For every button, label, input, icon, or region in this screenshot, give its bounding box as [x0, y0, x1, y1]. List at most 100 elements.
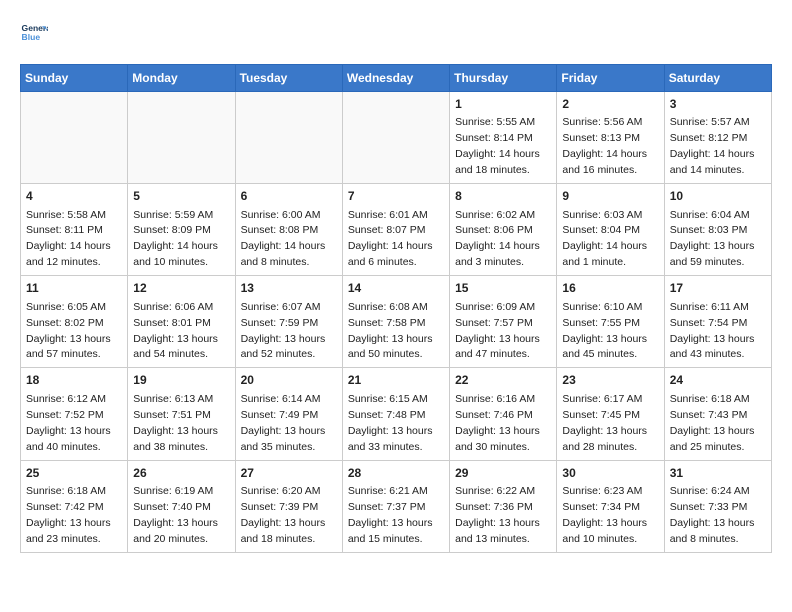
calendar-cell: [342, 92, 449, 184]
day-number: 9: [562, 188, 658, 205]
calendar-cell: 10 Sunrise: 6:04 AM Sunset: 8:03 PM Dayli…: [664, 184, 771, 276]
col-header-tuesday: Tuesday: [235, 65, 342, 92]
day-info: Sunrise: 6:18 AM Sunset: 7:42 PM Dayligh…: [26, 485, 111, 545]
calendar-cell: 3 Sunrise: 5:57 AM Sunset: 8:12 PM Daylig…: [664, 92, 771, 184]
calendar-cell: 11 Sunrise: 6:05 AM Sunset: 8:02 PM Dayli…: [21, 276, 128, 368]
calendar-cell: 18 Sunrise: 6:12 AM Sunset: 7:52 PM Dayli…: [21, 368, 128, 460]
calendar-cell: 26 Sunrise: 6:19 AM Sunset: 7:40 PM Dayli…: [128, 460, 235, 552]
week-row-4: 18 Sunrise: 6:12 AM Sunset: 7:52 PM Dayli…: [21, 368, 772, 460]
day-info: Sunrise: 5:57 AM Sunset: 8:12 PM Dayligh…: [670, 116, 755, 176]
day-number: 11: [26, 280, 122, 297]
day-info: Sunrise: 6:14 AM Sunset: 7:49 PM Dayligh…: [241, 393, 326, 453]
calendar-cell: 19Sunrise: 6:13 AM Sunset: 7:51 PM Dayli…: [128, 368, 235, 460]
col-header-monday: Monday: [128, 65, 235, 92]
logo: General Blue: [20, 20, 52, 48]
calendar-cell: 1 Sunrise: 5:55 AM Sunset: 8:14 PM Daylig…: [450, 92, 557, 184]
day-info: Sunrise: 5:58 AM Sunset: 8:11 PM Dayligh…: [26, 209, 111, 269]
day-number: 14: [348, 280, 444, 297]
day-info: Sunrise: 6:04 AM Sunset: 8:03 PM Dayligh…: [670, 209, 755, 269]
day-number: 8: [455, 188, 551, 205]
day-info: Sunrise: 6:12 AM Sunset: 7:52 PM Dayligh…: [26, 393, 111, 453]
day-info: Sunrise: 6:05 AM Sunset: 8:02 PM Dayligh…: [26, 301, 111, 361]
day-number: 23: [562, 372, 658, 389]
day-number: 15: [455, 280, 551, 297]
calendar-cell: 5 Sunrise: 5:59 AM Sunset: 8:09 PM Daylig…: [128, 184, 235, 276]
day-number: 17: [670, 280, 766, 297]
calendar-cell: 15Sunrise: 6:09 AM Sunset: 7:57 PM Dayli…: [450, 276, 557, 368]
day-info: Sunrise: 5:59 AM Sunset: 8:09 PM Dayligh…: [133, 209, 218, 269]
day-info: Sunrise: 6:02 AM Sunset: 8:06 PM Dayligh…: [455, 209, 540, 269]
col-header-wednesday: Wednesday: [342, 65, 449, 92]
calendar-cell: 2 Sunrise: 5:56 AM Sunset: 8:13 PM Daylig…: [557, 92, 664, 184]
calendar-cell: 17 Sunrise: 6:11 AM Sunset: 7:54 PM Dayli…: [664, 276, 771, 368]
day-info: Sunrise: 6:21 AM Sunset: 7:37 PM Dayligh…: [348, 485, 433, 545]
day-info: Sunrise: 6:24 AM Sunset: 7:33 PM Dayligh…: [670, 485, 755, 545]
day-number: 28: [348, 465, 444, 482]
day-number: 13: [241, 280, 337, 297]
day-number: 1: [455, 96, 551, 113]
calendar-cell: 23Sunrise: 6:17 AM Sunset: 7:45 PM Dayli…: [557, 368, 664, 460]
calendar-cell: 20 Sunrise: 6:14 AM Sunset: 7:49 PM Dayli…: [235, 368, 342, 460]
day-info: Sunrise: 6:15 AM Sunset: 7:48 PM Dayligh…: [348, 393, 433, 453]
calendar-cell: 29Sunrise: 6:22 AM Sunset: 7:36 PM Dayli…: [450, 460, 557, 552]
day-number: 10: [670, 188, 766, 205]
day-info: Sunrise: 6:19 AM Sunset: 7:40 PM Dayligh…: [133, 485, 218, 545]
calendar-cell: 21Sunrise: 6:15 AM Sunset: 7:48 PM Dayli…: [342, 368, 449, 460]
page-header: General Blue: [20, 20, 772, 48]
calendar-cell: 28 Sunrise: 6:21 AM Sunset: 7:37 PM Dayli…: [342, 460, 449, 552]
logo-icon: General Blue: [20, 20, 48, 48]
day-number: 30: [562, 465, 658, 482]
day-number: 24: [670, 372, 766, 389]
day-number: 4: [26, 188, 122, 205]
day-number: 3: [670, 96, 766, 113]
col-header-sunday: Sunday: [21, 65, 128, 92]
day-info: Sunrise: 6:06 AM Sunset: 8:01 PM Dayligh…: [133, 301, 218, 361]
day-info: Sunrise: 5:56 AM Sunset: 8:13 PM Dayligh…: [562, 116, 647, 176]
calendar-cell: 30Sunrise: 6:23 AM Sunset: 7:34 PM Dayli…: [557, 460, 664, 552]
day-info: Sunrise: 6:20 AM Sunset: 7:39 PM Dayligh…: [241, 485, 326, 545]
day-info: Sunrise: 5:55 AM Sunset: 8:14 PM Dayligh…: [455, 116, 540, 176]
day-number: 25: [26, 465, 122, 482]
calendar-cell: 31 Sunrise: 6:24 AM Sunset: 7:33 PM Dayli…: [664, 460, 771, 552]
day-number: 27: [241, 465, 337, 482]
calendar-cell: 16Sunrise: 6:10 AM Sunset: 7:55 PM Dayli…: [557, 276, 664, 368]
col-header-friday: Friday: [557, 65, 664, 92]
col-header-saturday: Saturday: [664, 65, 771, 92]
day-number: 18: [26, 372, 122, 389]
day-number: 20: [241, 372, 337, 389]
calendar-table: SundayMondayTuesdayWednesdayThursdayFrid…: [20, 64, 772, 553]
calendar-cell: 7Sunrise: 6:01 AM Sunset: 8:07 PM Daylig…: [342, 184, 449, 276]
calendar-cell: [21, 92, 128, 184]
day-info: Sunrise: 6:08 AM Sunset: 7:58 PM Dayligh…: [348, 301, 433, 361]
day-info: Sunrise: 6:18 AM Sunset: 7:43 PM Dayligh…: [670, 393, 755, 453]
calendar-cell: 22 Sunrise: 6:16 AM Sunset: 7:46 PM Dayli…: [450, 368, 557, 460]
week-row-5: 25 Sunrise: 6:18 AM Sunset: 7:42 PM Dayli…: [21, 460, 772, 552]
day-number: 6: [241, 188, 337, 205]
day-info: Sunrise: 6:00 AM Sunset: 8:08 PM Dayligh…: [241, 209, 326, 269]
day-number: 31: [670, 465, 766, 482]
day-number: 22: [455, 372, 551, 389]
day-info: Sunrise: 6:01 AM Sunset: 8:07 PM Dayligh…: [348, 209, 433, 269]
calendar-header-row: SundayMondayTuesdayWednesdayThursdayFrid…: [21, 65, 772, 92]
day-info: Sunrise: 6:11 AM Sunset: 7:54 PM Dayligh…: [670, 301, 755, 361]
day-number: 5: [133, 188, 229, 205]
day-number: 29: [455, 465, 551, 482]
calendar-cell: 25 Sunrise: 6:18 AM Sunset: 7:42 PM Dayli…: [21, 460, 128, 552]
col-header-thursday: Thursday: [450, 65, 557, 92]
calendar-cell: 27 Sunrise: 6:20 AM Sunset: 7:39 PM Dayli…: [235, 460, 342, 552]
day-number: 26: [133, 465, 229, 482]
day-info: Sunrise: 6:03 AM Sunset: 8:04 PM Dayligh…: [562, 209, 647, 269]
day-number: 2: [562, 96, 658, 113]
week-row-2: 4 Sunrise: 5:58 AM Sunset: 8:11 PM Daylig…: [21, 184, 772, 276]
calendar-cell: 12Sunrise: 6:06 AM Sunset: 8:01 PM Dayli…: [128, 276, 235, 368]
calendar-cell: 8 Sunrise: 6:02 AM Sunset: 8:06 PM Daylig…: [450, 184, 557, 276]
calendar-cell: 4 Sunrise: 5:58 AM Sunset: 8:11 PM Daylig…: [21, 184, 128, 276]
calendar-cell: 6 Sunrise: 6:00 AM Sunset: 8:08 PM Daylig…: [235, 184, 342, 276]
calendar-cell: 24 Sunrise: 6:18 AM Sunset: 7:43 PM Dayli…: [664, 368, 771, 460]
day-info: Sunrise: 6:16 AM Sunset: 7:46 PM Dayligh…: [455, 393, 540, 453]
calendar-cell: 9 Sunrise: 6:03 AM Sunset: 8:04 PM Daylig…: [557, 184, 664, 276]
svg-text:Blue: Blue: [22, 32, 41, 42]
day-number: 16: [562, 280, 658, 297]
day-info: Sunrise: 6:13 AM Sunset: 7:51 PM Dayligh…: [133, 393, 218, 453]
calendar-cell: 14 Sunrise: 6:08 AM Sunset: 7:58 PM Dayli…: [342, 276, 449, 368]
